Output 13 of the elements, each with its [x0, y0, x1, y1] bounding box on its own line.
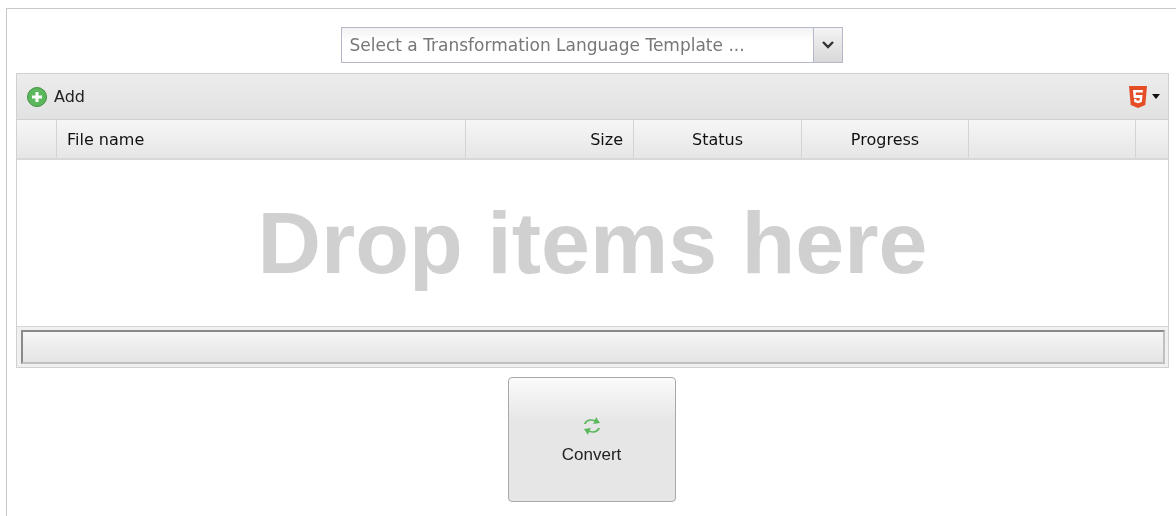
dropdown-button[interactable] [812, 28, 842, 62]
add-button[interactable]: Add [27, 86, 85, 107]
shield-icon [1128, 84, 1148, 109]
caret-icon [1152, 94, 1160, 99]
convert-button[interactable]: Convert [507, 377, 676, 502]
template-select[interactable]: Select a Transformation Language Template ... [340, 27, 843, 63]
add-icon [27, 86, 47, 107]
column-header[interactable]: File name [57, 120, 466, 158]
column-header[interactable]: Progress [802, 120, 969, 158]
html5-menu-button[interactable] [1128, 84, 1160, 109]
chevron-down-icon [821, 41, 834, 49]
column-header[interactable]: Size [466, 120, 634, 158]
column-header[interactable]: Status [634, 120, 802, 158]
